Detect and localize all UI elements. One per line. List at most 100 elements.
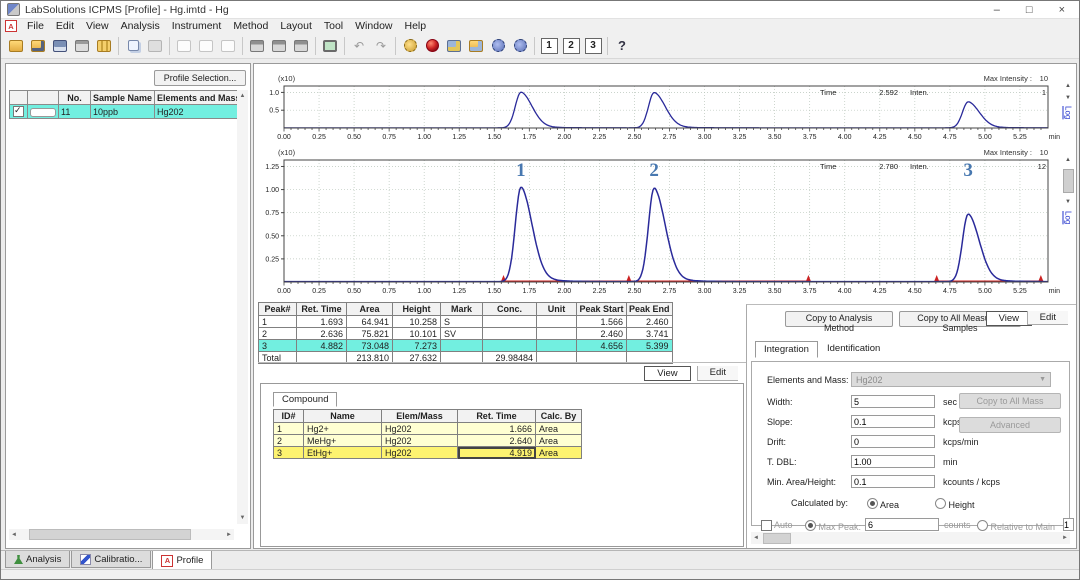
- drift-input[interactable]: [851, 435, 935, 448]
- elements-and-mass-select[interactable]: Hg202▼: [851, 372, 1051, 387]
- max-peak-radio[interactable]: Max Peak:: [805, 520, 861, 532]
- system-settings-icon[interactable]: [443, 36, 465, 56]
- column-header[interactable]: Ret. Time: [297, 303, 347, 316]
- zoom-down-icon[interactable]: ▼: [1064, 198, 1072, 206]
- help-icon[interactable]: ?: [611, 36, 633, 56]
- layout-2-button[interactable]: 2: [560, 36, 582, 56]
- open-data-icon[interactable]: [27, 36, 49, 56]
- copy-to-analysis-method-button[interactable]: Copy to Analysis Method: [785, 311, 893, 327]
- scroll-right-icon[interactable]: ►: [224, 529, 234, 541]
- table-row[interactable]: 3EtHg+Hg2024.919Area: [274, 447, 582, 459]
- max-peak-input[interactable]: [865, 518, 939, 531]
- column-header[interactable]: Peak#: [259, 303, 297, 316]
- column-header[interactable]: Unit: [537, 303, 577, 316]
- maximize-button[interactable]: □: [1026, 2, 1033, 18]
- tuning-icon[interactable]: [487, 36, 509, 56]
- table-row[interactable]: 34.88273.0487.2734.6565.399: [259, 340, 673, 352]
- copy-icon[interactable]: [122, 36, 144, 56]
- instrument-monitor-icon[interactable]: [319, 36, 341, 56]
- column-header[interactable]: Peak Start: [577, 303, 627, 316]
- copy-to-all-mass-button[interactable]: Copy to All Mass: [959, 393, 1061, 409]
- column-header[interactable]: Area: [347, 303, 393, 316]
- scroll-down-icon[interactable]: ▼: [238, 512, 248, 524]
- calc-by-height-radio[interactable]: Height: [935, 498, 975, 510]
- open-file-icon[interactable]: [5, 36, 27, 56]
- scrollbar-thumb[interactable]: [763, 533, 791, 544]
- method-view-tab[interactable]: View: [986, 311, 1032, 326]
- sample-checkbox[interactable]: [13, 106, 24, 117]
- log-scale-link[interactable]: Log: [1064, 211, 1073, 224]
- auto-checkbox[interactable]: Auto: [761, 520, 793, 531]
- t-dbl-input[interactable]: [851, 455, 935, 468]
- redo-icon[interactable]: ↷: [370, 36, 392, 56]
- scrollbar-thumb[interactable]: [29, 529, 191, 540]
- tile-vertical-icon[interactable]: [268, 36, 290, 56]
- slope-input[interactable]: [851, 415, 935, 428]
- table-row[interactable]: 2MeHg+Hg2022.640Area: [274, 435, 582, 447]
- tile-horizontal-icon[interactable]: [246, 36, 268, 56]
- min-area-height-input[interactable]: [851, 475, 935, 488]
- zoom-up-icon[interactable]: ▲: [1064, 156, 1072, 164]
- column-header[interactable]: Sample Name: [91, 91, 155, 105]
- log-scale-link[interactable]: Log: [1064, 106, 1073, 119]
- layout-1-button[interactable]: 1: [538, 36, 560, 56]
- close-window-icon[interactable]: [217, 36, 239, 56]
- column-header[interactable]: No.: [59, 91, 91, 105]
- compound-view-tab[interactable]: View: [644, 366, 690, 381]
- tab-identification[interactable]: Identification: [819, 341, 888, 356]
- column-header[interactable]: Peak End: [627, 303, 673, 316]
- advanced-button[interactable]: Advanced: [959, 417, 1061, 433]
- column-header[interactable]: Conc.: [483, 303, 537, 316]
- assistant-icon[interactable]: [421, 36, 443, 56]
- table-row[interactable]: 22.63675.82110.101SV2.4603.741: [259, 328, 673, 340]
- chart-scrollbar-thumb[interactable]: [1063, 169, 1074, 193]
- maintenance-icon[interactable]: [509, 36, 531, 56]
- table-row[interactable]: 11.69364.94110.258S1.5662.460: [259, 316, 673, 328]
- compound-tab[interactable]: Compound: [273, 392, 337, 407]
- close-button[interactable]: ×: [1059, 2, 1065, 18]
- profile-selection-button[interactable]: Profile Selection...: [154, 70, 246, 86]
- menu-item-file[interactable]: File: [21, 20, 50, 32]
- layout-3-button[interactable]: 3: [582, 36, 604, 56]
- tab-calibration[interactable]: Calibratio...: [71, 551, 151, 568]
- menu-item-instrument[interactable]: Instrument: [166, 20, 228, 32]
- menu-item-edit[interactable]: Edit: [50, 20, 80, 32]
- zoom-down-icon[interactable]: ▼: [1064, 94, 1072, 102]
- column-header[interactable]: Name: [304, 410, 382, 423]
- minimize-button[interactable]: –: [994, 2, 1000, 18]
- method-settings-icon[interactable]: [399, 36, 421, 56]
- column-header[interactable]: Ret. Time: [458, 410, 536, 423]
- overview-chromatogram[interactable]: (x10)Max Intensity :100.51.0Time2.592Int…: [256, 66, 1062, 144]
- print-icon[interactable]: [71, 36, 93, 56]
- sample-row[interactable]: 11 10ppb Hg202: [10, 105, 244, 119]
- scroll-left-icon[interactable]: ◄: [9, 529, 19, 541]
- open-window-icon[interactable]: [195, 36, 217, 56]
- menu-item-window[interactable]: Window: [349, 20, 398, 32]
- organize-icon[interactable]: [93, 36, 115, 56]
- save-icon[interactable]: [49, 36, 71, 56]
- method-edit-tab[interactable]: Edit: [1027, 311, 1068, 325]
- scroll-right-icon[interactable]: ►: [1060, 532, 1070, 544]
- width-input[interactable]: [851, 395, 935, 408]
- relative-to-main-peak-input[interactable]: [1063, 518, 1074, 531]
- tab-integration[interactable]: Integration: [755, 341, 818, 358]
- new-window-icon[interactable]: [173, 36, 195, 56]
- calc-by-area-radio[interactable]: Area: [867, 498, 899, 510]
- tab-analysis[interactable]: Analysis: [5, 551, 70, 568]
- menu-item-analysis[interactable]: Analysis: [115, 20, 166, 32]
- undo-icon[interactable]: ↶: [348, 36, 370, 56]
- column-header[interactable]: Mark: [441, 303, 483, 316]
- menu-item-layout[interactable]: Layout: [274, 20, 318, 32]
- menu-item-help[interactable]: Help: [399, 20, 433, 32]
- main-chromatogram[interactable]: (x10)Max Intensity :100.250.500.751.001.…: [256, 144, 1062, 300]
- cascade-windows-icon[interactable]: [290, 36, 312, 56]
- column-header[interactable]: ID#: [274, 410, 304, 423]
- column-header[interactable]: Calc. By: [536, 410, 582, 423]
- scroll-left-icon[interactable]: ◄: [751, 532, 761, 544]
- scroll-up-icon[interactable]: ▲: [238, 90, 248, 102]
- left-horizontal-scrollbar[interactable]: ◄ ►: [9, 529, 234, 540]
- menu-item-view[interactable]: View: [80, 20, 115, 32]
- column-header[interactable]: Elements and Mass: [155, 91, 244, 105]
- menu-item-method[interactable]: Method: [227, 20, 274, 32]
- column-header[interactable]: Height: [393, 303, 441, 316]
